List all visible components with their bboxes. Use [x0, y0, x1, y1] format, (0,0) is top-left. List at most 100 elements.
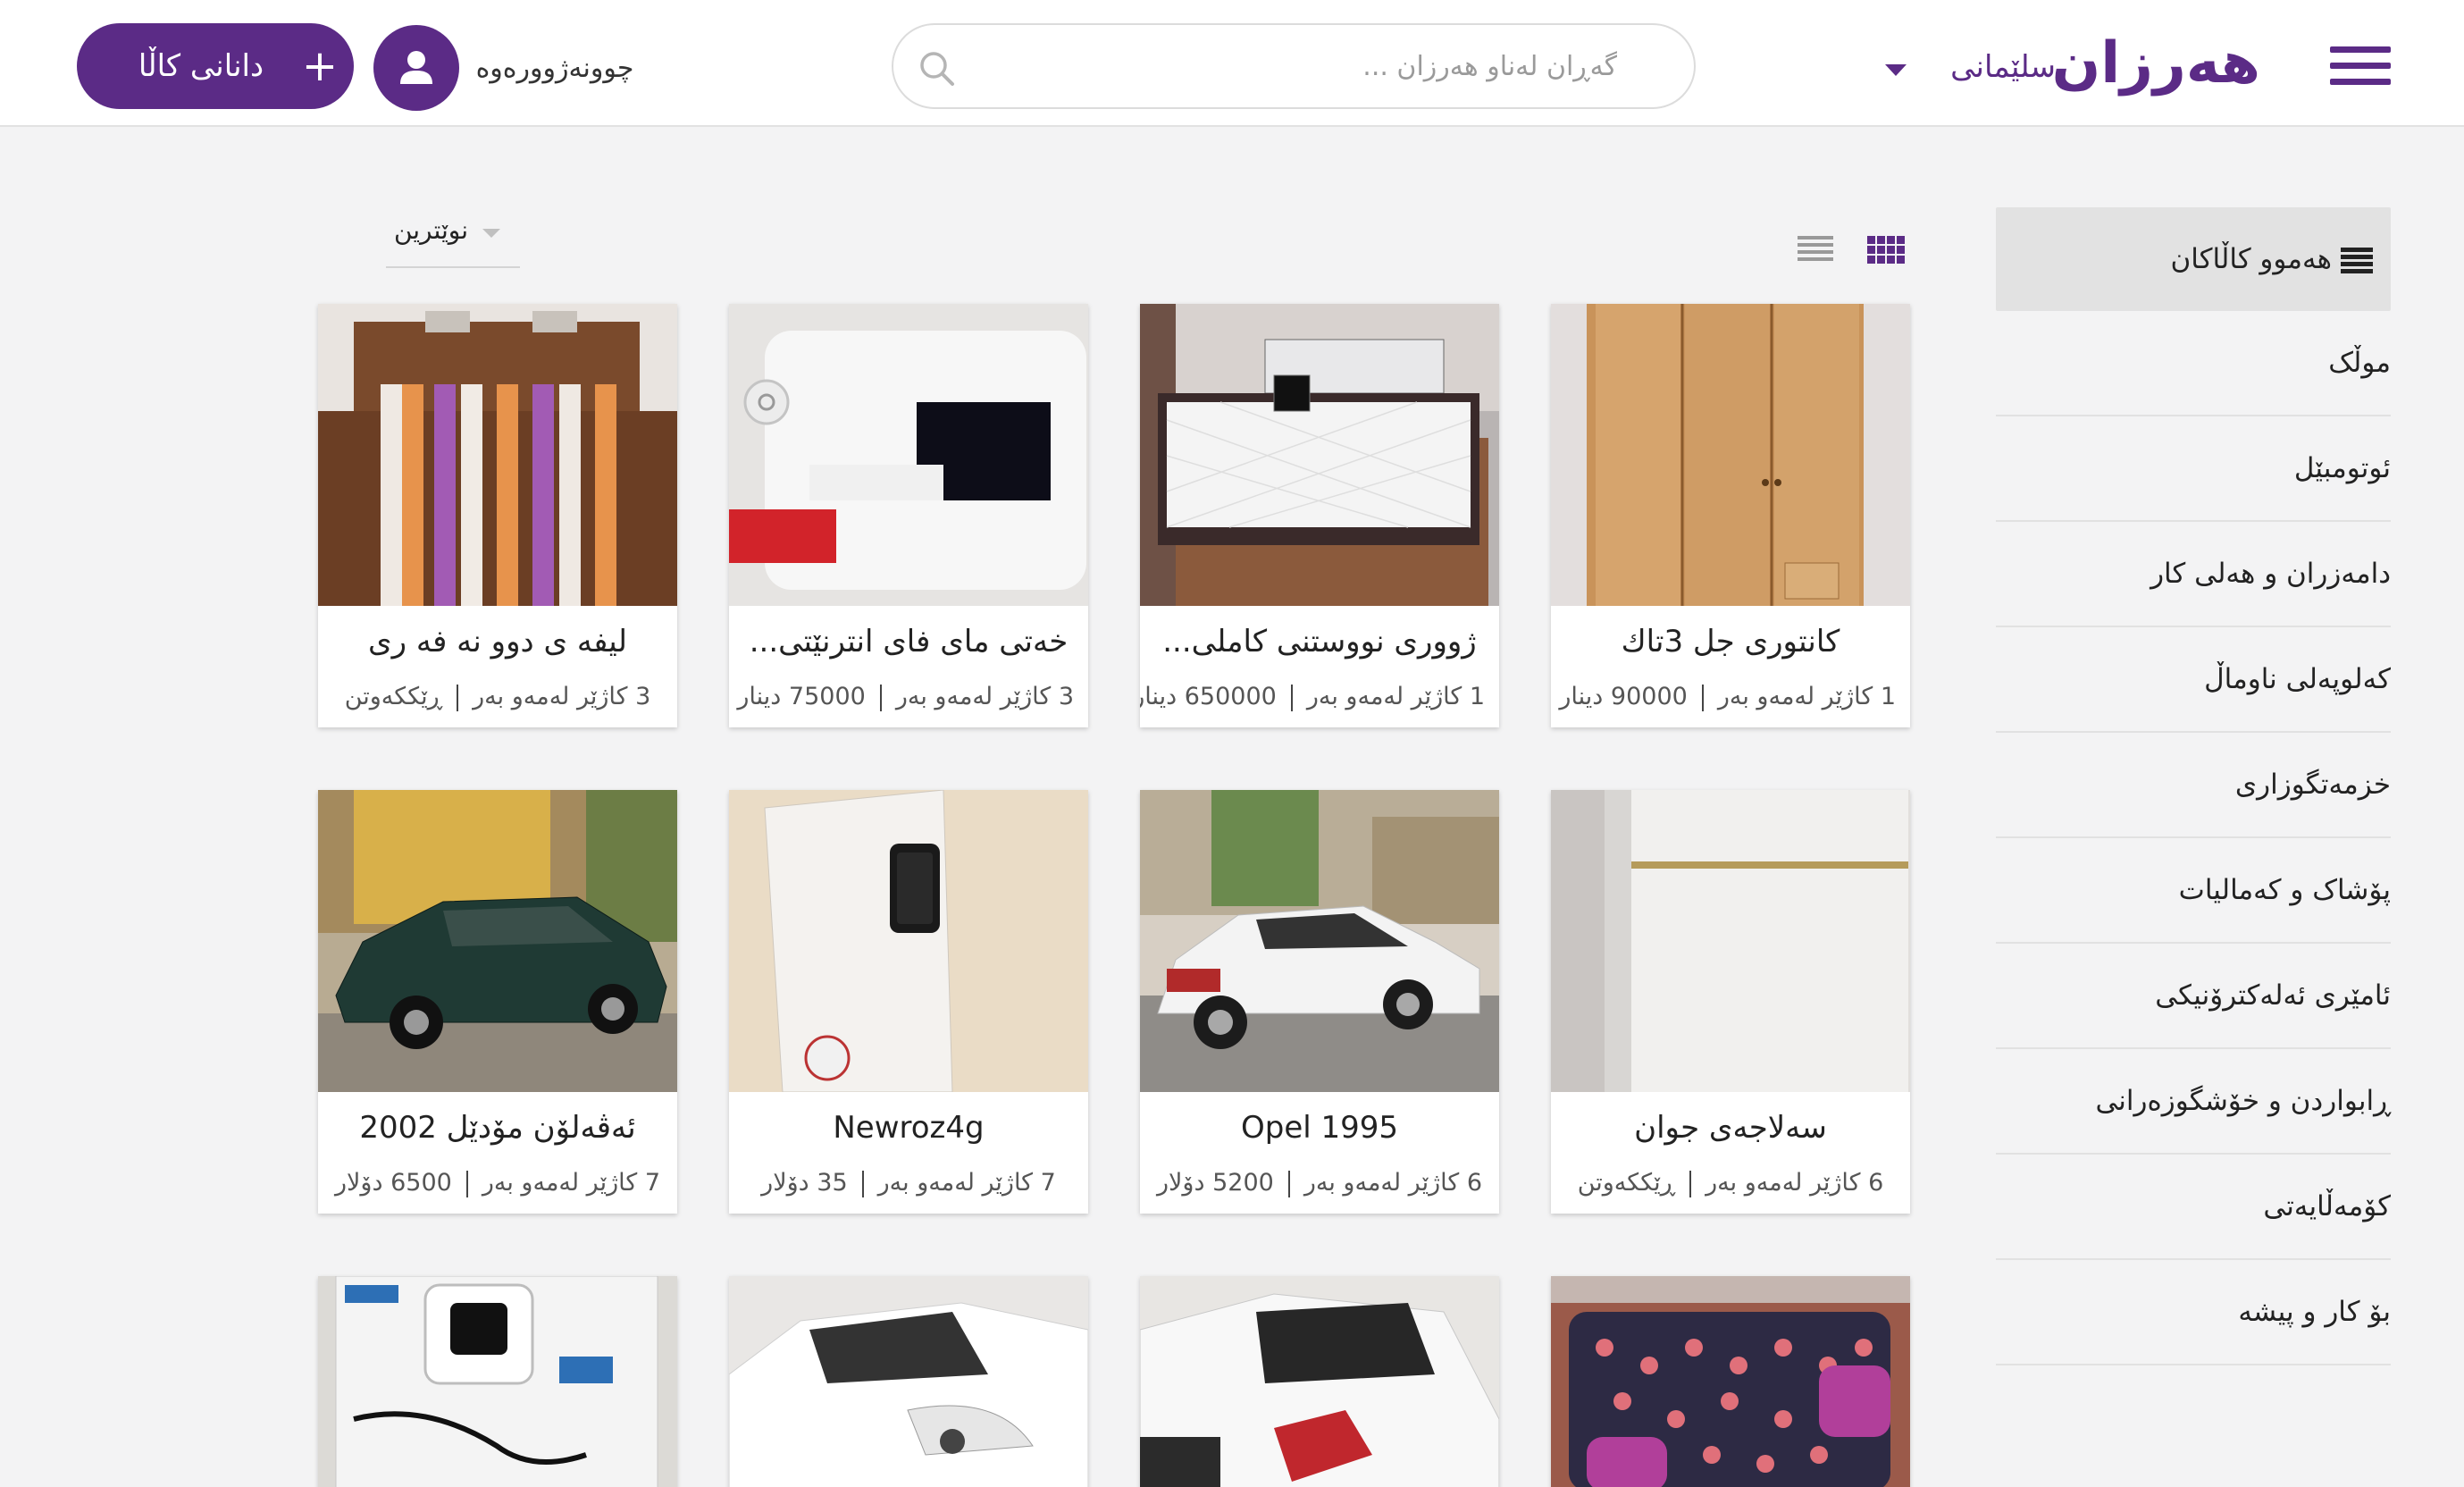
listing-meta: 7 کاژێر لەمەو بەر 35 دۆلار [743, 1165, 1074, 1201]
listing-price: 35 دۆلار [761, 1169, 848, 1197]
listing-photo [318, 790, 677, 1092]
listing-card[interactable]: Opel 1995 6 کاژێر لەمەو بەر 5200 دۆلار [1140, 790, 1499, 1214]
category-label: ئامێری ئەلەکترۆنیکی [2155, 979, 2391, 1012]
listing-card[interactable]: ژووری نووستنی کاملی... 1 کاژێر لەمەو بەر… [1140, 304, 1499, 727]
category-label: موڵک [2328, 347, 2391, 379]
listing-photo [1140, 1276, 1499, 1487]
category-item[interactable]: کۆمەڵایەتی [1996, 1155, 2391, 1260]
search-input[interactable] [974, 43, 1617, 89]
login-link[interactable]: چوونەژوورەوە [474, 46, 636, 91]
listing-card[interactable] [1551, 1276, 1910, 1487]
category-item[interactable]: ئوتومبێل [1996, 416, 2391, 522]
listing-meta: 7 کاژێر لەمەو بەر 6500 دۆلار [332, 1165, 663, 1201]
listing-card[interactable]: سەلاجەی جوان 6 کاژێر لەمەو بەر ڕێککەوتن [1551, 790, 1910, 1214]
category-label: بۆ کار و پیشە [2238, 1296, 2391, 1328]
listing-meta: 6 کاژێر لەمەو بەر 5200 دۆلار [1154, 1165, 1485, 1201]
listing-time: 3 کاژێر لەمەو بەر [473, 683, 651, 710]
user-avatar[interactable] [373, 25, 459, 111]
category-label: ڕابواردن و خۆشگوزەرانی [2095, 1085, 2391, 1117]
listing-price: 5200 دۆلار [1157, 1169, 1274, 1197]
category-item[interactable]: دامەزران و هەلی کار [1996, 522, 2391, 627]
user-icon [400, 51, 432, 84]
category-item[interactable]: بۆ کار و پیشە [1996, 1260, 2391, 1365]
listing-price: 650000 دینار [1140, 683, 1277, 710]
listing-meta: 3 کاژێر لەمەو بەر 75000 دینار [737, 679, 1074, 715]
listing-title: ئەڤەلۆن مۆدێل 2002 [359, 1110, 636, 1146]
grid-view-icon[interactable] [1867, 236, 1905, 265]
category-item[interactable]: پۆشاک و کەمالیات [1996, 838, 2391, 944]
add-item-button[interactable]: دانانی کاڵا + [77, 23, 354, 109]
category-item[interactable]: خزمەتگوزاری [1996, 733, 2391, 838]
listing-price: ڕێککەوتن [344, 683, 443, 710]
category-label: کەلوپەلی ناوماڵ [2204, 663, 2391, 695]
listing-photo [318, 304, 677, 606]
category-all-label: هەموو کاڵاکان [2170, 243, 2332, 275]
add-item-label: دانانی کاڵا [138, 48, 264, 84]
category-label: خزمەتگوزاری [2234, 769, 2391, 801]
listing-title: ژووری نووستنی کاملی... [1162, 624, 1477, 659]
category-label: کۆمەڵایەتی [2263, 1190, 2391, 1222]
meta-divider [861, 1170, 864, 1197]
plus-icon: + [301, 41, 339, 91]
meta-divider [879, 684, 882, 711]
listing-card[interactable] [729, 1276, 1088, 1487]
listing-price: 75000 دینار [737, 683, 866, 710]
chevron-down-icon [482, 229, 500, 238]
category-label: ئوتومبێل [2293, 452, 2391, 484]
listing-photo [729, 790, 1088, 1092]
category-item[interactable]: کەلوپەلی ناوماڵ [1996, 627, 2391, 733]
listing-meta: 1 کاژێر لەمەو بەر 650000 دینار [1140, 679, 1485, 715]
category-item[interactable]: موڵک [1996, 311, 2391, 416]
list-view-icon[interactable] [1798, 236, 1833, 263]
search-bar [892, 23, 1696, 109]
listing-photo [1551, 790, 1910, 1092]
meta-divider [1689, 1170, 1692, 1197]
listing-meta: 3 کاژێر لەمەو بەر ڕێککەوتن [332, 679, 663, 715]
meta-divider [457, 684, 459, 711]
listing-card[interactable]: کانتوری جل 3تاك 1 کاژێر لەمەو بەر 90000 د… [1551, 304, 1910, 727]
city-selector[interactable]: سلێمانی [1944, 45, 2056, 89]
listing-title: Newroz4g [833, 1110, 985, 1146]
category-item[interactable]: ئامێری ئەلەکترۆنیکی [1996, 944, 2391, 1049]
listing-meta: 1 کاژێر لەمەو بەر 90000 دینار [1559, 679, 1896, 715]
category-label: دامەزران و هەلی کار [2150, 558, 2391, 590]
chevron-down-icon[interactable] [1885, 64, 1907, 76]
listing-time: 1 کاژێر لەمەو بەر [1306, 683, 1485, 710]
listing-card[interactable]: لیفە ی دوو نە فە ری 3 کاژێر لەمەو بەر ڕێک… [318, 304, 677, 727]
site-logo[interactable]: هەرزان [2052, 23, 2262, 104]
listing-photo [729, 1276, 1088, 1487]
listing-card[interactable]: ئەڤەلۆن مۆدێل 2002 7 کاژێر لەمەو بەر 6500… [318, 790, 677, 1214]
listing-price: 6500 دۆلار [335, 1169, 452, 1197]
listing-card[interactable]: خەتی مای فای انترنێتی... 3 کاژێر لەمەو ب… [729, 304, 1088, 727]
category-item[interactable]: ڕابواردن و خۆشگوزەرانی [1996, 1049, 2391, 1155]
listing-price: ڕێککەوتن [1577, 1169, 1676, 1197]
listing-price: 90000 دینار [1559, 683, 1688, 710]
listing-card[interactable] [1140, 1276, 1499, 1487]
listing-time: 7 کاژێر لەمەو بەر [877, 1169, 1056, 1197]
listing-photo [1551, 1276, 1910, 1487]
listing-photo [729, 304, 1088, 606]
listing-title: سەلاجەی جوان [1634, 1110, 1827, 1146]
list-icon [2341, 248, 2373, 273]
search-icon[interactable] [917, 48, 956, 88]
listing-photo [1140, 304, 1499, 606]
top-header: هەرزان سلێمانی چوونەژوورەوە دانانی کاڵا … [0, 0, 2464, 127]
category-label: پۆشاک و کەمالیات [2178, 874, 2391, 906]
category-all[interactable]: هەموو کاڵاکان [1996, 207, 2391, 311]
meta-divider [1701, 684, 1704, 711]
listing-title: خەتی مای فای انترنێتی... [749, 624, 1069, 659]
listing-time: 6 کاژێر لەمەو بەر [1706, 1169, 1884, 1197]
meta-divider [465, 1170, 468, 1197]
listing-photo [1551, 304, 1910, 606]
listing-photo [1140, 790, 1499, 1092]
meta-divider [1287, 1170, 1290, 1197]
listing-card[interactable] [318, 1276, 677, 1487]
listing-meta: 6 کاژێر لەمەو بەر ڕێککەوتن [1565, 1165, 1896, 1201]
listing-title: کانتوری جل 3تاك [1621, 624, 1840, 659]
listing-card[interactable]: Newroz4g 7 کاژێر لەمەو بەر 35 دۆلار [729, 790, 1088, 1214]
meta-divider [1290, 684, 1293, 711]
listing-title: لیفە ی دوو نە فە ری [368, 624, 627, 659]
sort-dropdown[interactable]: نوێترین [386, 207, 520, 268]
menu-icon[interactable] [2330, 46, 2391, 86]
listing-photo [318, 1276, 677, 1487]
